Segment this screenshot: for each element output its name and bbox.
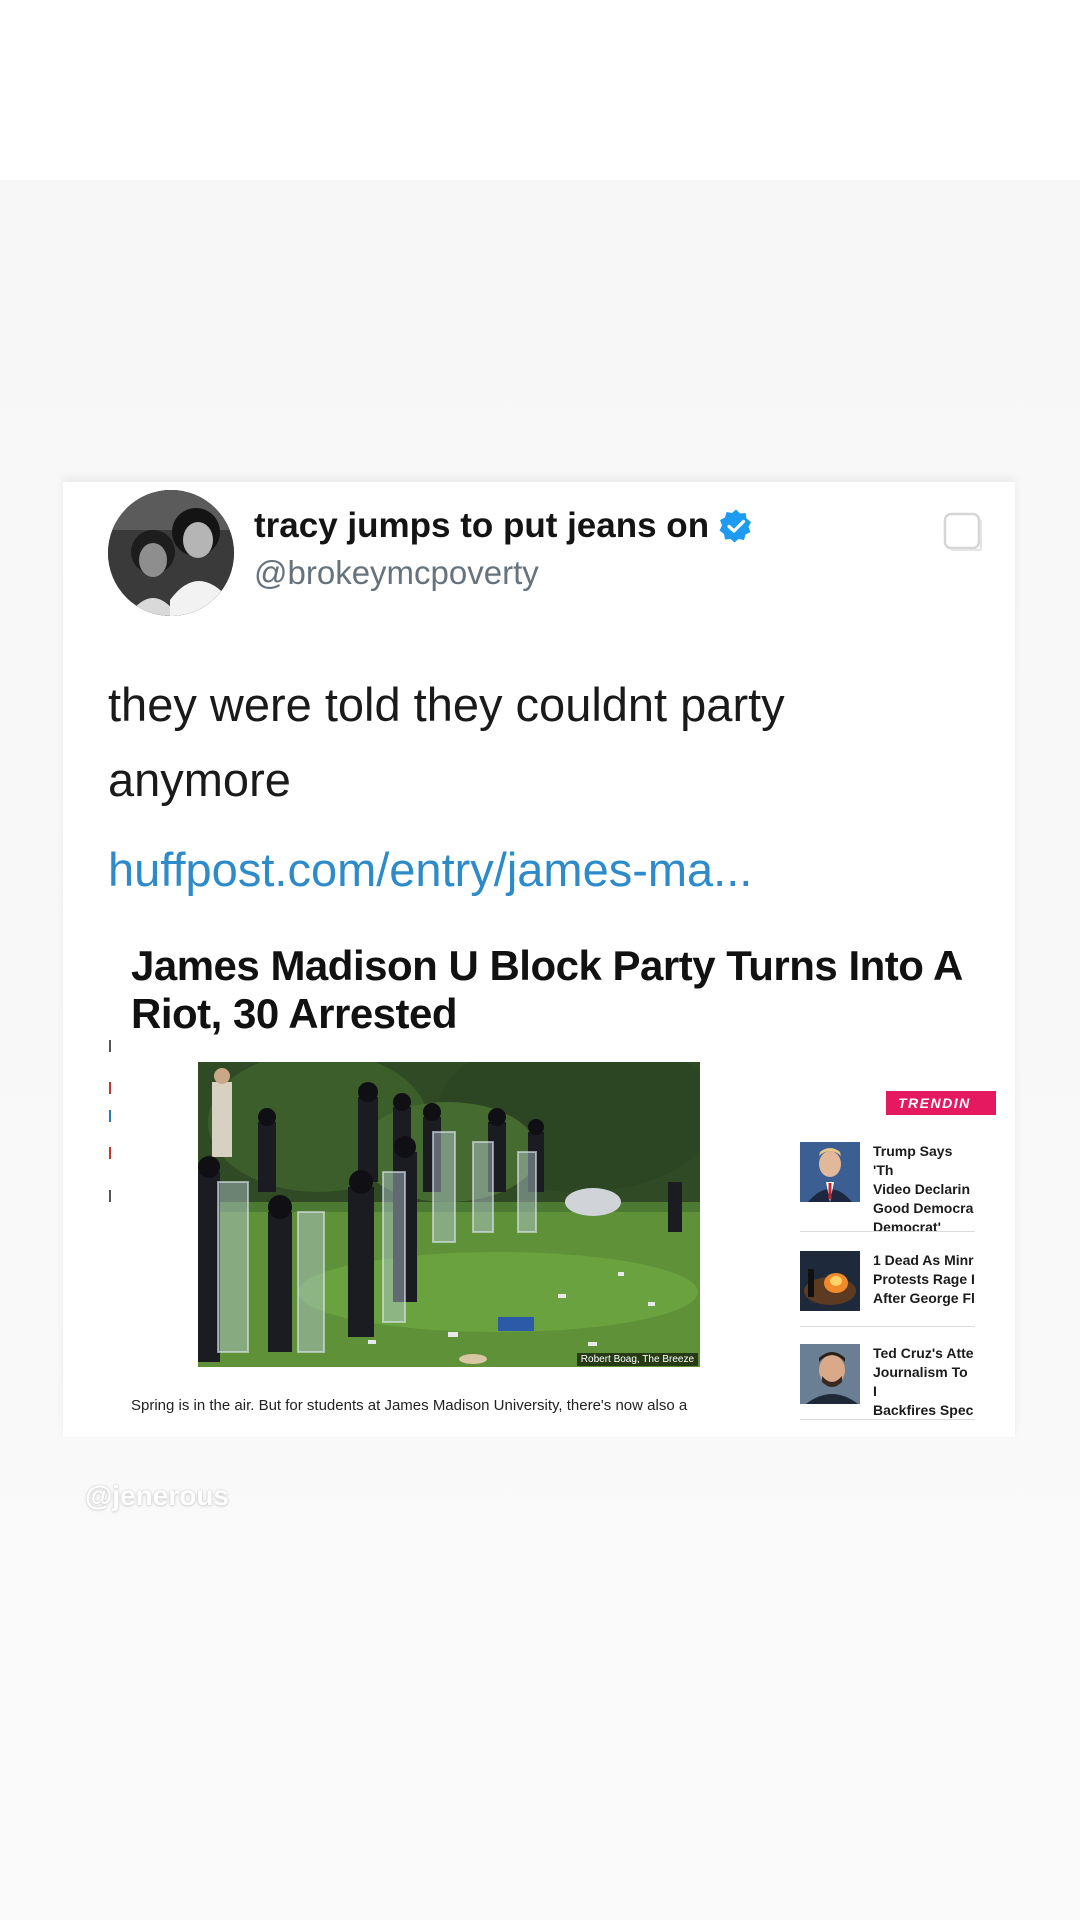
trending-thumbnail [800, 1251, 860, 1311]
story-screen: tracy jumps to put jeans on @brokeymcpov… [0, 0, 1080, 1920]
display-name[interactable]: tracy jumps to put jeans on [254, 506, 709, 546]
display-name-row: tracy jumps to put jeans on [254, 506, 753, 546]
trending-headline: 1 Dead As Minr Protests Rage I After Geo… [873, 1252, 975, 1306]
trending-divider [800, 1419, 975, 1420]
share-icon[interactable] [943, 512, 983, 552]
trending-divider [800, 1231, 975, 1232]
trending-item[interactable]: 1 Dead As Minr Protests Rage I After Geo… [800, 1251, 975, 1331]
watermark-username: @jenerous [85, 1480, 230, 1511]
trending-thumbnail [800, 1142, 860, 1202]
tweet-link[interactable]: huffpost.com/entry/james-ma... [108, 842, 752, 897]
article-photo: Robert Boag, The Breeze [198, 1062, 700, 1367]
article-lede: Spring is in the air. But for students a… [131, 1397, 688, 1414]
tweet-text: they were told they couldnt party anymor… [108, 678, 785, 806]
tweet-card[interactable]: tracy jumps to put jeans on @brokeymcpov… [63, 482, 1015, 1437]
avatar[interactable] [108, 490, 234, 616]
trending-badge: TRENDIN [886, 1091, 996, 1115]
trending-divider [800, 1326, 975, 1327]
verified-badge-icon [719, 509, 753, 543]
trending-thumbnail [800, 1344, 860, 1404]
article-preview[interactable]: James Madison U Block Party Turns Into A… [63, 942, 1015, 1437]
trending-headline: Trump Says 'Th Video Declarin Good Democ… [873, 1143, 974, 1235]
photo-credit: Robert Boag, The Breeze [576, 1353, 698, 1366]
article-headline: James Madison U Block Party Turns Into A… [131, 942, 962, 1037]
trending-item[interactable]: Trump Says 'Th Video Declarin Good Democ… [800, 1142, 975, 1235]
tweet-handle[interactable]: @brokeymcpoverty [254, 554, 539, 592]
